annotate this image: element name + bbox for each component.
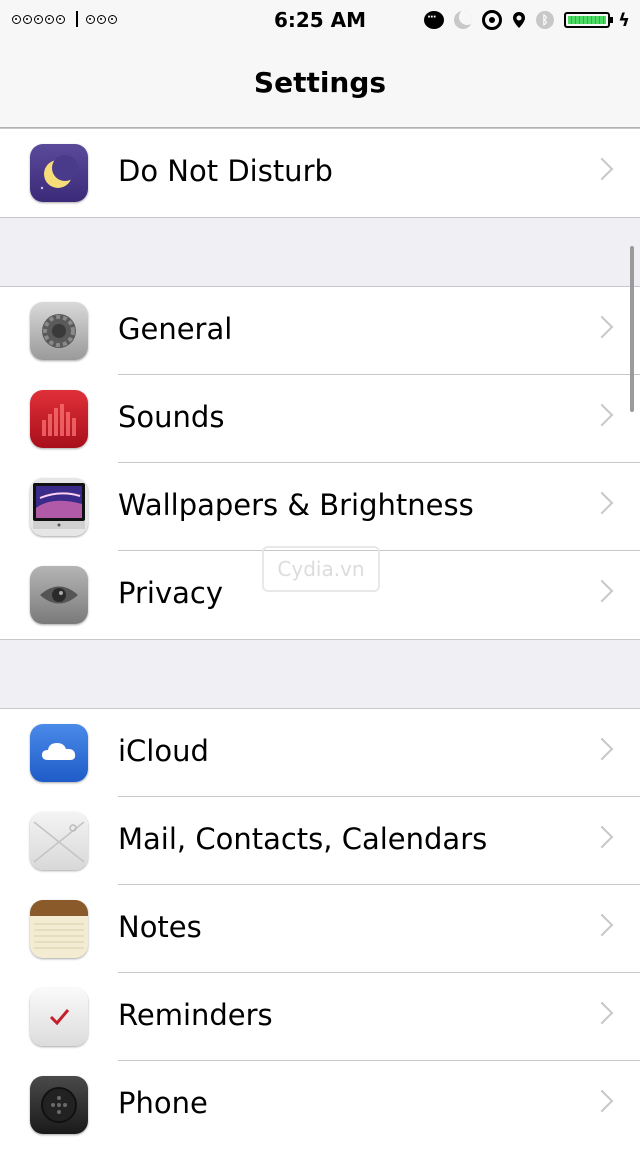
settings-row-label: Notes — [118, 910, 202, 944]
settings-row-mail[interactable]: Mail, Contacts, Calendars — [0, 797, 640, 885]
do-not-disturb-icon — [30, 144, 88, 202]
settings-row-reminders[interactable]: Reminders — [0, 973, 640, 1061]
chevron-right-icon — [590, 157, 614, 181]
settings-row-label: Phone — [118, 1086, 208, 1120]
charging-bolt-icon: ϟ — [618, 9, 630, 31]
chevron-right-icon — [590, 913, 614, 937]
settings-row-icloud[interactable]: iCloud — [0, 709, 640, 797]
page-title: Settings — [253, 66, 387, 99]
chevron-right-icon — [590, 315, 614, 339]
battery-level-fill — [568, 16, 607, 24]
settings-row-do-not-disturb[interactable]: Do Not Disturb — [0, 129, 640, 217]
settings-row-label: iCloud — [118, 734, 209, 768]
settings-row-notes[interactable]: Notes — [0, 885, 640, 973]
moon-icon — [454, 11, 473, 29]
gear-icon — [30, 302, 88, 360]
navigation-bar: Settings — [0, 40, 640, 128]
scroll-indicator[interactable] — [630, 246, 634, 412]
settings-row-wallpapers[interactable]: Wallpapers & Brightness — [0, 463, 640, 551]
chevron-right-icon — [590, 403, 614, 427]
settings-row-label: Privacy — [118, 576, 223, 610]
phone-icon — [30, 1076, 88, 1134]
settings-row-sounds[interactable]: Sounds — [0, 375, 640, 463]
icloud-icon — [30, 724, 88, 782]
notes-icon — [30, 900, 88, 958]
location-icon — [512, 11, 526, 29]
bluetooth-icon: ᛒ — [536, 11, 555, 29]
status-bar: 6:25 AM ᛒ ϟ — [0, 0, 640, 40]
watermark: Cydia.vn — [262, 546, 380, 592]
mail-icon — [30, 812, 88, 870]
settings-group-3: iCloud Mail, Contacts, Calendars Notes R… — [0, 708, 640, 1149]
settings-row-general[interactable]: General — [0, 287, 640, 375]
chevron-right-icon — [590, 825, 614, 849]
sounds-icon — [30, 390, 88, 448]
wallpaper-icon — [30, 478, 88, 536]
message-icon — [424, 11, 445, 29]
reminders-icon — [30, 988, 88, 1046]
rotation-lock-icon — [482, 10, 503, 30]
chevron-right-icon — [590, 1089, 614, 1113]
chevron-right-icon — [590, 1001, 614, 1025]
battery-icon — [564, 12, 614, 28]
settings-group-1: Do Not Disturb — [0, 128, 640, 218]
settings-row-label: Sounds — [118, 400, 225, 434]
chevron-right-icon — [590, 491, 614, 515]
privacy-eye-icon — [30, 566, 88, 624]
chevron-right-icon — [590, 579, 614, 603]
settings-row-label: Do Not Disturb — [118, 154, 333, 188]
chevron-right-icon — [590, 737, 614, 761]
settings-row-label: Wallpapers & Brightness — [118, 488, 474, 522]
status-icons: ᛒ ϟ — [414, 8, 630, 32]
settings-row-label: General — [118, 312, 233, 346]
settings-row-label: Mail, Contacts, Calendars — [118, 822, 488, 856]
settings-row-label: Reminders — [118, 998, 273, 1032]
